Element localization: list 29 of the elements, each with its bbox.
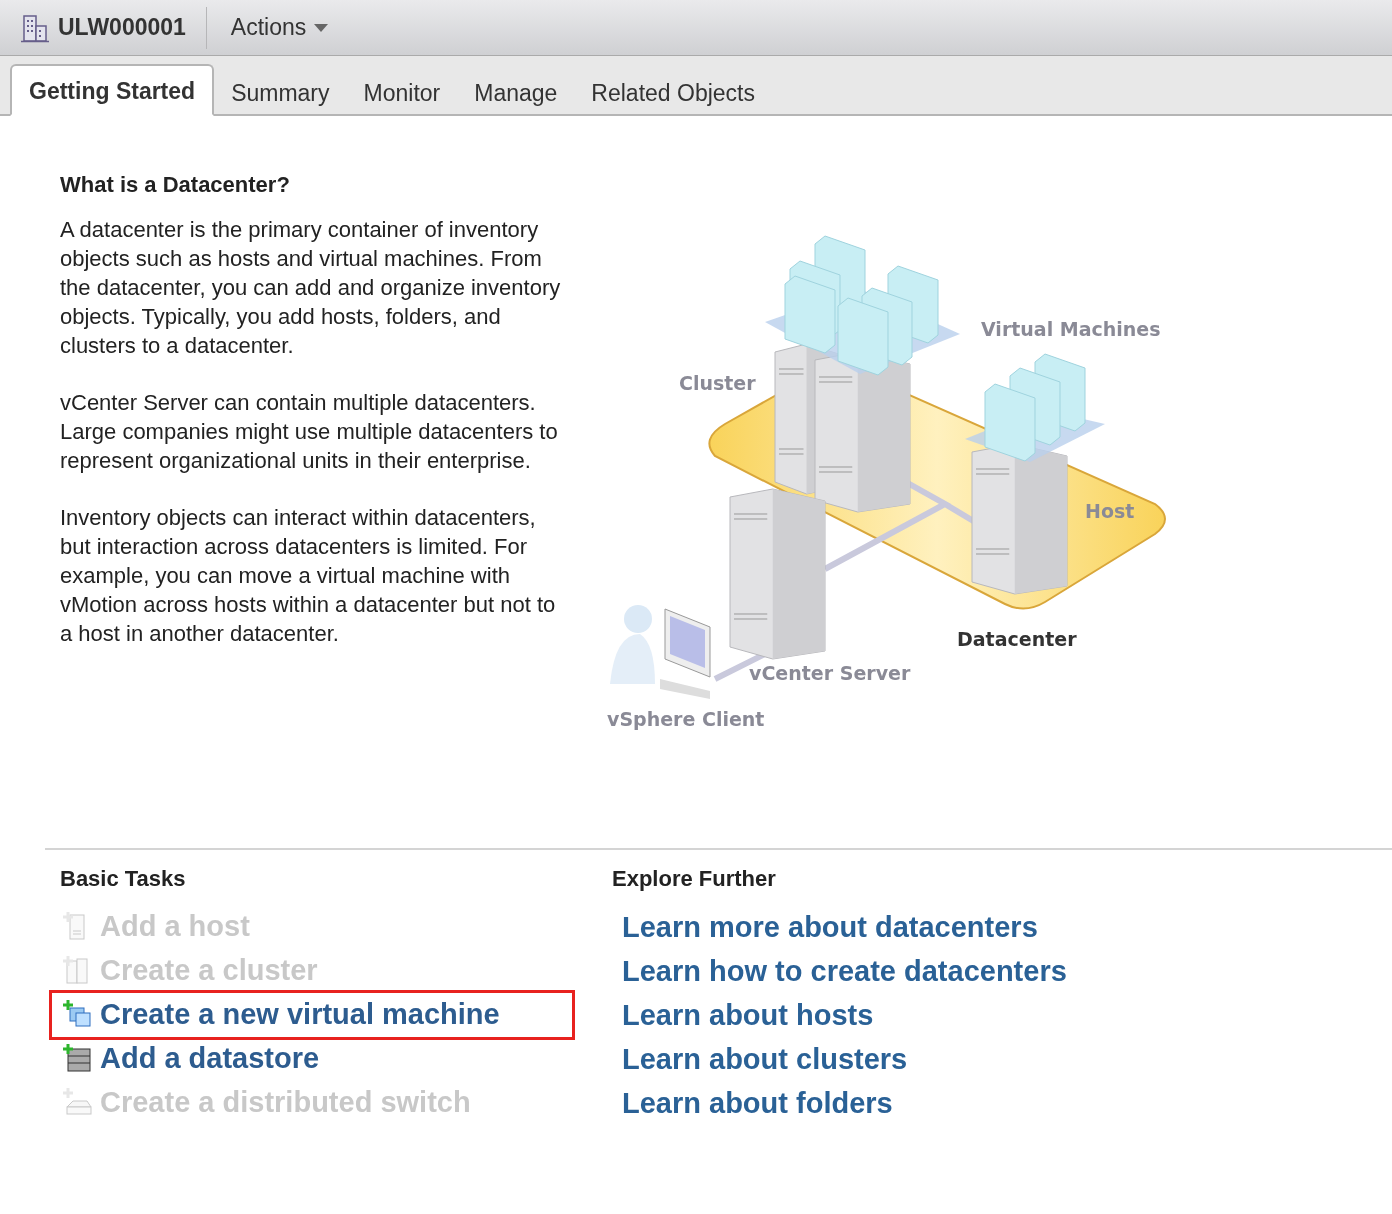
diagram-label: Cluster [679,372,756,394]
actions-menu[interactable]: Actions [230,10,329,45]
section-heading: Explore Further [612,865,777,893]
diagram-label: Datacenter [957,628,1077,650]
help-link[interactable]: Learn about hosts [622,993,1067,1037]
diagram-label: vCenter Server [749,662,911,684]
section-heading: What is a Datacenter? [60,171,291,199]
help-link[interactable]: Learn how to create datacenters [622,949,1067,993]
caret-icon [314,23,329,32]
help-link[interactable]: Learn about clusters [622,1037,1067,1081]
tab[interactable]: Getting Started [10,63,215,116]
help-link[interactable]: Learn more about datacenters [622,905,1067,949]
task-link[interactable]: Create a new virtual machine [52,993,572,1037]
task-link[interactable]: Add a datastore [52,1037,572,1081]
tab[interactable]: Related Objects [574,67,772,116]
help-link[interactable]: Learn about folders [622,1081,1067,1125]
object-title: ULW000001 [58,13,186,43]
diagram-label: vSphere Client [607,708,765,730]
building-icon [20,12,50,43]
datastore-add-icon [62,1043,94,1075]
tab[interactable]: Summary [214,67,347,116]
paragraph: Inventory objects can interact within datacenters, but interaction across datacenters is limited. For example, you can move a virtual machine with vMotion across hosts within a datacenter but not to a host in another datacenter. [60,504,557,648]
diagram-label: Host [1085,500,1135,522]
tab[interactable]: Manage [457,67,575,116]
paragraph: vCenter Server can contain multiple datacenters. Large companies might use multiple datacenters to represent organizational units in their enterprise. [60,389,559,475]
diagram-label: Virtual Machines [981,318,1161,340]
section-heading: Basic Tasks [60,865,187,893]
tab[interactable]: Monitor [346,67,458,116]
paragraph: A datacenter is the primary container of inventory objects such as hosts and virtual machines. From the datacenter, you can add and organize inventory objects. Typically, you add hosts, folders, and clusters to a datacenter. [60,216,562,360]
